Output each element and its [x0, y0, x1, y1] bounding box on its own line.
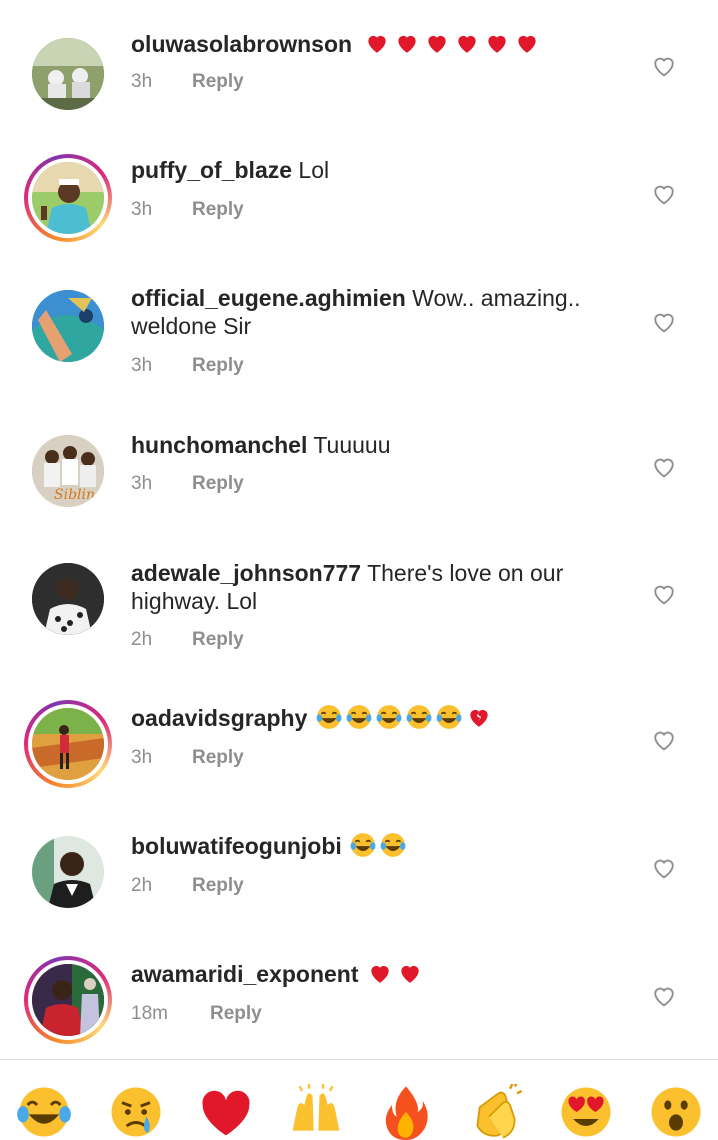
comment-username[interactable]: official_eugene.aghimien — [131, 285, 406, 311]
laughing-emoji-icon — [436, 705, 462, 729]
clapping-hands-emoji-button[interactable] — [468, 1084, 524, 1140]
comment-text-continued: highway. Lol — [131, 588, 258, 614]
like-heart-icon[interactable] — [650, 982, 678, 1010]
comment-text: Tuuuuu — [307, 432, 391, 458]
comment-time: 3h — [131, 355, 153, 376]
avatar[interactable] — [24, 956, 112, 1044]
heart-emoji-icon — [401, 965, 419, 983]
laughing-emoji-icon — [376, 705, 402, 729]
comment-username[interactable]: boluwatifeogunjobi — [131, 833, 342, 859]
heart-emoji-icon — [371, 965, 389, 983]
reply-button[interactable]: Reply — [192, 71, 244, 93]
comment-username[interactable]: hunchomanchel — [131, 432, 307, 458]
like-heart-icon[interactable] — [650, 726, 678, 754]
comment-username[interactable]: adewale_johnson777 — [131, 560, 361, 586]
laughing-emoji-icon — [350, 833, 376, 857]
reply-button[interactable]: Reply — [192, 355, 244, 377]
heart-emoji-icon — [398, 35, 417, 53]
laughing-emoji-icon — [346, 705, 372, 729]
quick-emoji-bar — [0, 1060, 718, 1140]
comment-time: 3h — [131, 199, 153, 220]
reply-button[interactable]: Reply — [192, 473, 244, 495]
reply-button[interactable]: Reply — [192, 199, 244, 221]
crying-emoji-button[interactable] — [108, 1084, 164, 1140]
avatar[interactable] — [24, 828, 112, 916]
avatar[interactable] — [24, 30, 112, 118]
laughing-emoji-icon — [380, 833, 406, 857]
comment-time: 3h — [131, 747, 153, 768]
laugh-cry-emoji-button[interactable] — [16, 1084, 72, 1140]
comment-emojis — [367, 961, 427, 987]
avatar[interactable] — [24, 282, 112, 370]
red-heart-emoji-button[interactable] — [198, 1084, 254, 1140]
fire-emoji-button[interactable] — [378, 1084, 434, 1140]
like-heart-icon[interactable] — [650, 180, 678, 208]
avatar[interactable] — [24, 154, 112, 242]
like-heart-icon[interactable] — [650, 52, 678, 80]
reply-button[interactable]: Reply — [192, 875, 244, 897]
comment-time: 2h — [131, 629, 153, 650]
avatar[interactable] — [24, 700, 112, 788]
heart-eyes-emoji-button[interactable] — [558, 1084, 614, 1140]
comment-text: There's love on our — [361, 560, 564, 586]
laughing-emoji-icon — [406, 705, 432, 729]
reply-button[interactable]: Reply — [192, 629, 244, 651]
comment-time: 2h — [131, 875, 153, 896]
comment-time: 3h — [131, 71, 153, 92]
heart-emoji-icon — [368, 35, 387, 53]
heart-emoji-icon — [458, 35, 477, 53]
like-heart-icon[interactable] — [650, 580, 678, 608]
like-heart-icon[interactable] — [650, 453, 678, 481]
laughing-emoji-icon — [316, 705, 342, 729]
reply-button[interactable]: Reply — [192, 747, 244, 769]
comment-time: 18m — [131, 1003, 168, 1024]
comment-emojis — [316, 705, 496, 731]
comment-username[interactable]: oadavidsgraphy — [131, 705, 307, 731]
comment-emojis — [350, 833, 410, 859]
like-heart-icon[interactable] — [650, 308, 678, 336]
comment-username[interactable]: puffy_of_blaze — [131, 157, 292, 183]
reply-button[interactable]: Reply — [210, 1003, 262, 1025]
avatar[interactable]: Siblings — [24, 427, 112, 515]
heart-emoji-icon — [428, 35, 447, 53]
svg-text:Siblings: Siblings — [54, 487, 104, 503]
avatar[interactable] — [24, 555, 112, 643]
broken-heart-emoji-icon — [470, 709, 488, 727]
comment-text: Wow.. amazing.. — [405, 285, 581, 311]
surprised-emoji-button[interactable] — [648, 1084, 704, 1140]
comment-username[interactable]: oluwasolabrownson — [131, 31, 352, 57]
raised-hands-emoji-button[interactable] — [288, 1084, 344, 1140]
like-heart-icon[interactable] — [650, 854, 678, 882]
comment-text: Lol — [292, 157, 330, 183]
heart-emoji-icon — [488, 35, 507, 53]
comment-time: 3h — [131, 473, 153, 494]
comment-emojis — [364, 31, 544, 57]
heart-emoji-icon — [518, 35, 537, 53]
comment-text-continued: weldone Sir — [131, 313, 252, 339]
comment-username[interactable]: awamaridi_exponent — [131, 961, 359, 987]
